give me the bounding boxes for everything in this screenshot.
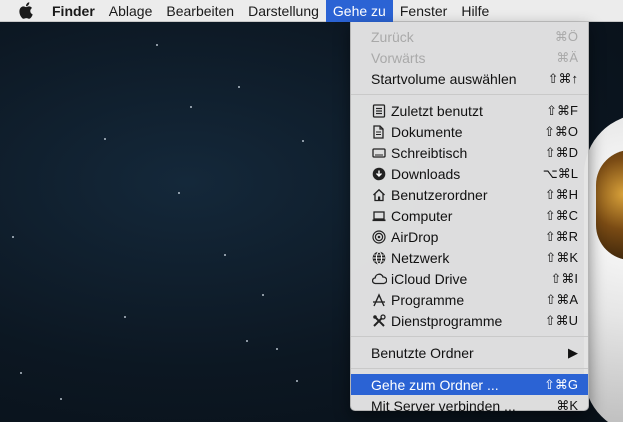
- apple-icon[interactable]: [18, 2, 34, 19]
- utilities-icon: [371, 313, 387, 329]
- menu-item-shortcut: ⌘Ö: [554, 28, 578, 44]
- star: [104, 138, 106, 140]
- menu-item-label: Vorwärts: [371, 49, 426, 66]
- star: [246, 340, 248, 342]
- menu-item-shortcut: ⇧⌘D: [544, 144, 578, 160]
- menu-item-airdrop[interactable]: AirDrop ⇧⌘R: [351, 226, 588, 247]
- menu-item-shortcut: ⇧⌘R: [544, 228, 578, 244]
- menu-item-label: Netzwerk: [391, 249, 450, 266]
- menu-item-schreibtisch[interactable]: Schreibtisch ⇧⌘D: [351, 142, 588, 163]
- menu-item-shortcut: ⇧⌘C: [544, 207, 578, 223]
- menubar-darstellung[interactable]: Darstellung: [241, 0, 326, 22]
- menu-item-shortcut: ⇧⌘H: [544, 186, 578, 202]
- documents-icon: [371, 124, 387, 140]
- menu-item-label: Mit Server verbinden ...: [371, 397, 516, 414]
- menu-item-programme[interactable]: Programme ⇧⌘A: [351, 289, 588, 310]
- star: [190, 106, 192, 108]
- menu-item-dienstprogramme[interactable]: Dienstprogramme ⇧⌘U: [351, 310, 588, 331]
- menu-item-label: Startvolume auswählen: [371, 70, 517, 87]
- menu-item-vorwaerts[interactable]: Vorwärts ⌘Ä: [351, 47, 588, 68]
- menubar-fenster[interactable]: Fenster: [393, 0, 454, 22]
- applications-icon: [371, 292, 387, 308]
- menubar-hilfe[interactable]: Hilfe: [454, 0, 496, 22]
- menu-item-shortcut: ⇧⌘I: [550, 270, 578, 286]
- menu-item-benutzte-ordner[interactable]: Benutzte Ordner ▶: [351, 342, 588, 363]
- star: [178, 192, 180, 194]
- menu-item-shortcut: ⇧⌘O: [543, 123, 578, 139]
- menu-item-shortcut: ⇧⌘A: [545, 291, 578, 307]
- menu-item-label: Dokumente: [391, 123, 463, 140]
- menu-item-downloads[interactable]: Downloads ⌥⌘L: [351, 163, 588, 184]
- icloud-icon: [371, 271, 387, 287]
- menu-item-label: Schreibtisch: [391, 144, 468, 161]
- star: [262, 294, 264, 296]
- menu-item-zurueck[interactable]: Zurück ⌘Ö: [351, 26, 588, 47]
- menu-item-label: Downloads: [391, 165, 461, 182]
- star: [156, 44, 158, 46]
- star: [296, 380, 298, 382]
- menu-item-startvolume[interactable]: Startvolume auswählen ⇧⌘↑: [351, 68, 588, 89]
- menu-item-netzwerk[interactable]: Netzwerk ⇧⌘K: [351, 247, 588, 268]
- menubar-finder[interactable]: Finder: [52, 0, 102, 22]
- desktop-icon: [371, 145, 387, 161]
- menu-item-label: Computer: [391, 207, 453, 224]
- menu-item-zuletzt-benutzt[interactable]: Zuletzt benutzt ⇧⌘F: [351, 100, 588, 121]
- menubar-gehe-zu[interactable]: Gehe zu: [325, 0, 393, 22]
- menubar-bearbeiten[interactable]: Bearbeiten: [159, 0, 241, 22]
- computer-icon: [371, 208, 387, 224]
- menu-item-label: iCloud Drive: [391, 270, 468, 287]
- menu-item-icloud-drive[interactable]: iCloud Drive ⇧⌘I: [351, 268, 588, 289]
- menu-item-label: Programme: [391, 291, 465, 308]
- menu-separator: [351, 94, 588, 95]
- menu-item-shortcut: ⌥⌘L: [542, 165, 578, 181]
- star: [224, 254, 226, 256]
- menu-item-shortcut: ⇧⌘↑: [547, 70, 578, 86]
- menu-item-label: Dienstprogramme: [391, 312, 503, 329]
- menu-item-shortcut: ⇧⌘K: [545, 249, 578, 265]
- menu-item-shortcut: ⇧⌘G: [543, 376, 578, 392]
- recents-icon: [371, 103, 387, 119]
- menu-item-label: Benutzerordner: [391, 186, 488, 203]
- menu-separator: [351, 368, 588, 369]
- star: [238, 86, 240, 88]
- menu-item-benutzerordner[interactable]: Benutzerordner ⇧⌘H: [351, 184, 588, 205]
- star: [302, 140, 304, 142]
- menu-item-label: Gehe zum Ordner ...: [371, 376, 499, 393]
- network-icon: [371, 250, 387, 266]
- star: [20, 372, 22, 374]
- menu-item-label: AirDrop: [391, 228, 439, 245]
- menu-item-shortcut: ⇧⌘F: [546, 102, 578, 118]
- menu-item-shortcut: ⌘Ä: [556, 49, 578, 65]
- star: [124, 316, 126, 318]
- airdrop-icon: [371, 229, 387, 245]
- submenu-arrow-icon: ▶: [568, 344, 578, 360]
- menu-item-shortcut: ⇧⌘U: [544, 312, 578, 328]
- menu-item-mit-server-verbinden[interactable]: Mit Server verbinden ... ⌘K: [351, 395, 588, 416]
- menu-item-shortcut: ⌘K: [556, 397, 578, 413]
- menubar-ablage[interactable]: Ablage: [102, 0, 160, 22]
- downloads-icon: [371, 166, 387, 182]
- menu-item-computer[interactable]: Computer ⇧⌘C: [351, 205, 588, 226]
- gehe-zu-menu: Zurück ⌘Ö Vorwärts ⌘Ä Startvolume auswäh…: [350, 22, 589, 414]
- menu-item-label: Zurück: [371, 28, 414, 45]
- star: [12, 236, 14, 238]
- home-icon: [371, 187, 387, 203]
- star: [60, 398, 62, 400]
- menu-item-dokumente[interactable]: Dokumente ⇧⌘O: [351, 121, 588, 142]
- menu-item-label: Zuletzt benutzt: [391, 102, 483, 119]
- menu-item-label: Benutzte Ordner: [371, 344, 474, 361]
- menu-separator: [351, 336, 588, 337]
- star: [276, 348, 278, 350]
- menu-bar: Finder Ablage Bearbeiten Darstellung Geh…: [0, 0, 623, 22]
- menu-item-gehe-zum-ordner[interactable]: Gehe zum Ordner ... ⇧⌘G: [351, 374, 588, 395]
